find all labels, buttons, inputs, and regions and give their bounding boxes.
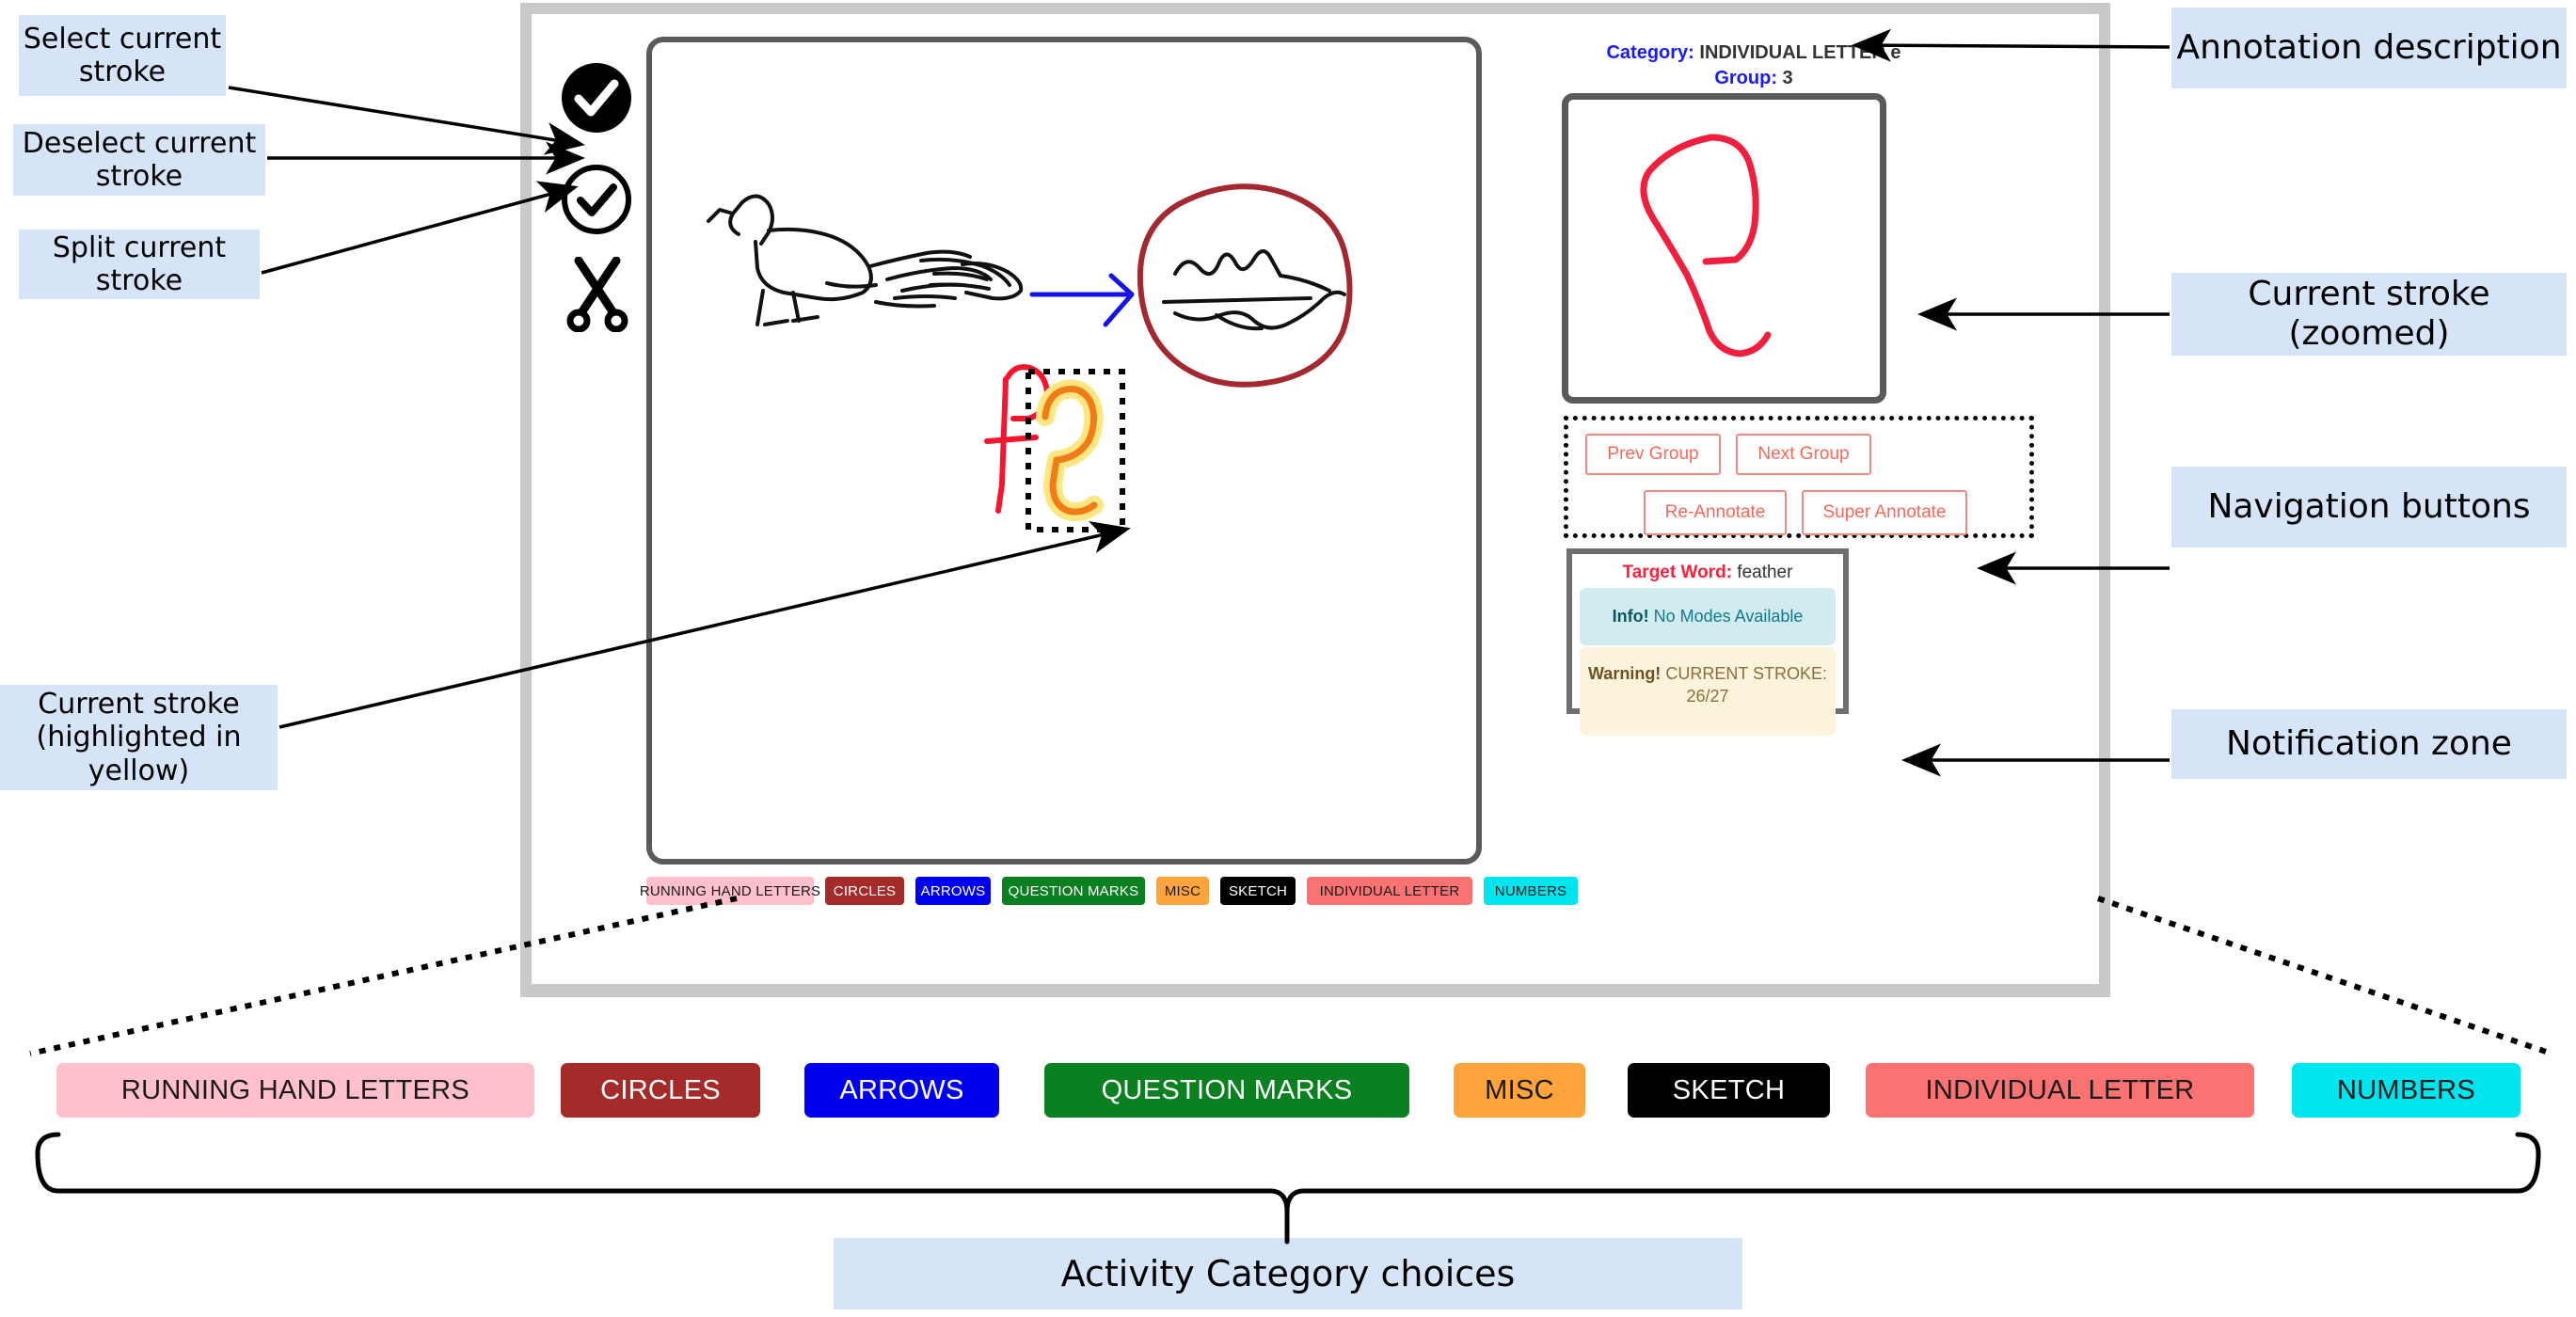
warning-alert: Warning! CURRENT STROKE: 26/27 — [1580, 647, 1836, 737]
warning-key: Warning! — [1587, 664, 1662, 684]
chip-numbers[interactable]: NUMBERS — [1484, 877, 1578, 905]
navigation-buttons-zone: Prev Group Next Group Re-Annotate Super … — [1564, 416, 2034, 538]
drawing-canvas[interactable] — [646, 37, 1482, 865]
current-stroke-zoom-panel — [1562, 93, 1886, 404]
scissors-icon[interactable] — [564, 256, 631, 336]
target-word-key: Target Word: — [1622, 563, 1733, 582]
group-value: 3 — [1782, 68, 1793, 88]
info-alert: Info! No Modes Available — [1580, 588, 1836, 646]
target-word-line: Target Word: feather — [1580, 563, 1836, 583]
category-chips-row-large: RUNNING HAND LETTERS CIRCLES ARROWS QUES… — [0, 1063, 2576, 1121]
canvas-drawing — [707, 183, 1353, 532]
callout-notification-zone: Notification zone — [2171, 709, 2567, 779]
callout-annotation-description: Annotation description — [2171, 8, 2567, 88]
callout-navigation-buttons: Navigation buttons — [2171, 467, 2567, 547]
callout-current-stroke-highlight: Current stroke (highlighted in yellow) — [0, 685, 278, 790]
chip-large-arrows[interactable]: ARROWS — [804, 1063, 999, 1118]
callout-split-stroke: Split current stroke — [19, 230, 260, 299]
group-key: Group: — [1714, 68, 1777, 88]
next-group-button[interactable]: Next Group — [1736, 434, 1871, 475]
chip-large-numbers[interactable]: NUMBERS — [2292, 1063, 2520, 1118]
callout-deselect-stroke: Deselect current stroke — [13, 124, 265, 196]
chip-arrows[interactable]: ARROWS — [915, 877, 991, 905]
info-key: Info! — [1612, 607, 1649, 626]
category-brace — [35, 1132, 2541, 1245]
callout-current-stroke-zoomed: Current stroke (zoomed) — [2171, 273, 2567, 356]
chip-question-marks[interactable]: QUESTION MARKS — [1002, 877, 1145, 905]
chip-misc[interactable]: MISC — [1156, 877, 1209, 905]
chip-individual-letter[interactable]: INDIVIDUAL LETTER — [1307, 877, 1472, 905]
app-window: Category: INDIVIDUAL LETTER e Group: 3 P… — [520, 3, 2110, 997]
check-circle-outline-icon[interactable] — [560, 163, 633, 240]
warning-value: CURRENT STROKE: 26/27 — [1665, 664, 1828, 706]
target-word-value: feather — [1737, 563, 1793, 582]
super-annotate-button[interactable]: Super Annotate — [1802, 490, 1967, 535]
callout-activity-category-choices: Activity Category choices — [834, 1238, 1742, 1309]
category-key: Category: — [1606, 42, 1694, 63]
chip-large-circles[interactable]: CIRCLES — [561, 1063, 760, 1118]
chip-sketch[interactable]: SKETCH — [1220, 877, 1296, 905]
prev-group-button[interactable]: Prev Group — [1585, 434, 1721, 475]
annotation-description-text: Category: INDIVIDUAL LETTER e Group: 3 — [1551, 40, 1956, 91]
chip-large-running-hand-letters[interactable]: RUNNING HAND LETTERS — [56, 1063, 534, 1118]
expansion-line-right — [2097, 896, 2552, 1056]
zoomed-stroke-drawing — [1640, 134, 1772, 357]
notification-panel: Target Word: feather Info! No Modes Avai… — [1572, 554, 1843, 737]
category-value: INDIVIDUAL LETTER e — [1699, 42, 1901, 63]
blue-arrow-stroke — [1029, 273, 1135, 327]
re-annotate-button[interactable]: Re-Annotate — [1644, 490, 1787, 535]
chip-large-misc[interactable]: MISC — [1454, 1063, 1585, 1118]
app-window-content: Category: INDIVIDUAL LETTER e Group: 3 P… — [532, 14, 2099, 984]
red-letter-stroke — [984, 364, 1050, 514]
notification-zone: Target Word: feather Info! No Modes Avai… — [1566, 548, 1849, 737]
chip-large-individual-letter[interactable]: INDIVIDUAL LETTER — [1866, 1063, 2254, 1118]
chip-circles[interactable]: CIRCLES — [825, 877, 904, 905]
check-circle-filled-icon[interactable] — [560, 61, 633, 138]
category-chips-row-small: RUNNING HAND LETTERS CIRCLES ARROWS QUES… — [640, 877, 1587, 909]
chip-large-sketch[interactable]: SKETCH — [1628, 1063, 1830, 1118]
callout-select-stroke: Select current stroke — [19, 15, 226, 96]
chip-running-hand-letters[interactable]: RUNNING HAND LETTERS — [640, 877, 820, 905]
chip-large-question-marks[interactable]: QUESTION MARKS — [1044, 1063, 1409, 1118]
info-value: No Modes Available — [1653, 607, 1804, 626]
